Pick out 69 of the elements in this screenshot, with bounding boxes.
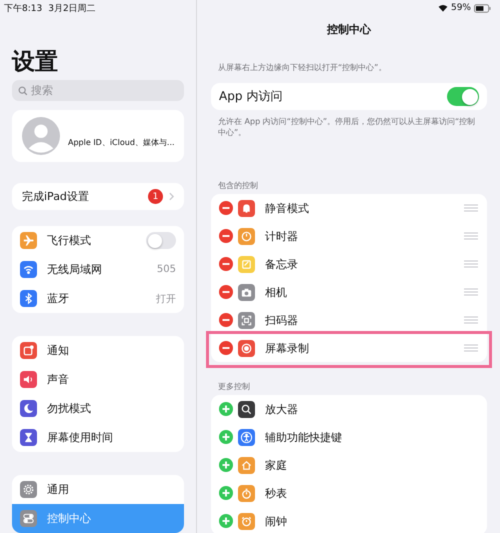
wifi-icon: [438, 4, 448, 12]
add-button[interactable]: [219, 402, 233, 416]
sidebar-item-label: 勿扰模式: [47, 401, 92, 416]
control-label: 备忘录: [265, 256, 299, 272]
control-label: 扫码器: [265, 312, 299, 328]
remove-button[interactable]: [219, 341, 233, 355]
battery-icon: [474, 4, 491, 12]
reorder-handle-icon[interactable]: [464, 260, 478, 268]
remove-button[interactable]: [219, 201, 233, 215]
chevron-icon: [169, 192, 174, 201]
sidebar-item[interactable]: 通用: [12, 475, 184, 504]
reorder-handle-icon[interactable]: [464, 316, 478, 324]
control-label: 辅助功能快捷键: [265, 430, 343, 444]
sidebar-item[interactable]: 蓝牙 打开: [12, 284, 184, 313]
sidebar-item-label: 蓝牙: [47, 291, 70, 306]
sidebar-item[interactable]: 无线局域网 505: [12, 255, 184, 284]
remove-button[interactable]: [219, 229, 233, 243]
sidebar-item[interactable]: 屏幕使用时间: [12, 423, 184, 452]
sidebar-item-value: 505: [156, 264, 176, 275]
sidebar-item[interactable]: 勿扰模式: [12, 394, 184, 423]
add-button[interactable]: [219, 430, 233, 444]
add-button[interactable]: [219, 486, 233, 500]
sidebar-item-label: 声音: [47, 372, 70, 387]
sidebar-item-value: 打开: [156, 292, 176, 306]
remove-button[interactable]: [219, 257, 233, 271]
description-text: 从屏幕右上方边缘向下轻扫以打开“控制中心”。: [217, 62, 388, 73]
control-label: 放大器: [265, 402, 299, 416]
setup-label: 完成iPad设置: [22, 189, 90, 204]
control-label: 家庭: [265, 458, 288, 472]
control-label: 相机: [265, 284, 288, 300]
control-label: 秒表: [265, 486, 288, 500]
control-label: 静音模式: [265, 200, 310, 216]
toggle-switch[interactable]: [146, 232, 176, 249]
access-label: App 内访问: [219, 88, 282, 105]
sidebar-item-label: 通知: [47, 343, 70, 358]
sidebar-item-label: 飞行模式: [47, 233, 92, 248]
status-date: 3月2日周二: [48, 2, 96, 14]
toggle-switch[interactable]: [447, 87, 479, 106]
sidebar-item[interactable]: 飞行模式: [12, 226, 184, 255]
battery-percent: 59%: [450, 3, 471, 13]
add-button[interactable]: [219, 458, 233, 472]
status-time: 下午8:13: [4, 2, 42, 14]
search-field[interactable]: 搜索: [12, 80, 184, 101]
sidebar-item-label: 通用: [47, 482, 70, 497]
reorder-handle-icon[interactable]: [464, 232, 478, 240]
notification-badge: 1: [148, 189, 163, 204]
section-header: 包含的控制: [217, 180, 259, 192]
control-label: 屏幕录制: [265, 340, 310, 356]
sidebar-item[interactable]: 声音: [12, 365, 184, 394]
add-button[interactable]: [219, 514, 233, 528]
control-label: 闹钟: [265, 514, 288, 528]
section-header: 更多控制: [217, 381, 251, 393]
remove-button[interactable]: [219, 285, 233, 299]
reorder-handle-icon[interactable]: [464, 204, 478, 212]
account-card[interactable]: Apple ID、iCloud、媒体与...: [12, 110, 184, 162]
control-label: 计时器: [265, 228, 299, 244]
page-title: 控制中心: [326, 22, 372, 38]
setup-row[interactable]: 完成iPad设置 1: [12, 183, 184, 210]
footnote-text: 允许在 App 内访问“控制中心”。停用后，您仍然可以从主屏幕访问“控制中心”。: [217, 116, 476, 138]
sidebar-title: 设置: [12, 48, 59, 77]
sidebar-item-label: 无线局域网: [47, 262, 103, 277]
reorder-handle-icon[interactable]: [464, 288, 478, 296]
sidebar-item[interactable]: 通知: [12, 336, 184, 365]
reorder-handle-icon[interactable]: [464, 344, 478, 352]
avatar-icon: [22, 117, 60, 155]
sidebar-item-label: 控制中心: [47, 511, 92, 526]
sidebar-item-label: 屏幕使用时间: [47, 430, 114, 445]
account-subtitle: Apple ID、iCloud、媒体与...: [68, 136, 175, 148]
remove-button[interactable]: [219, 313, 233, 327]
